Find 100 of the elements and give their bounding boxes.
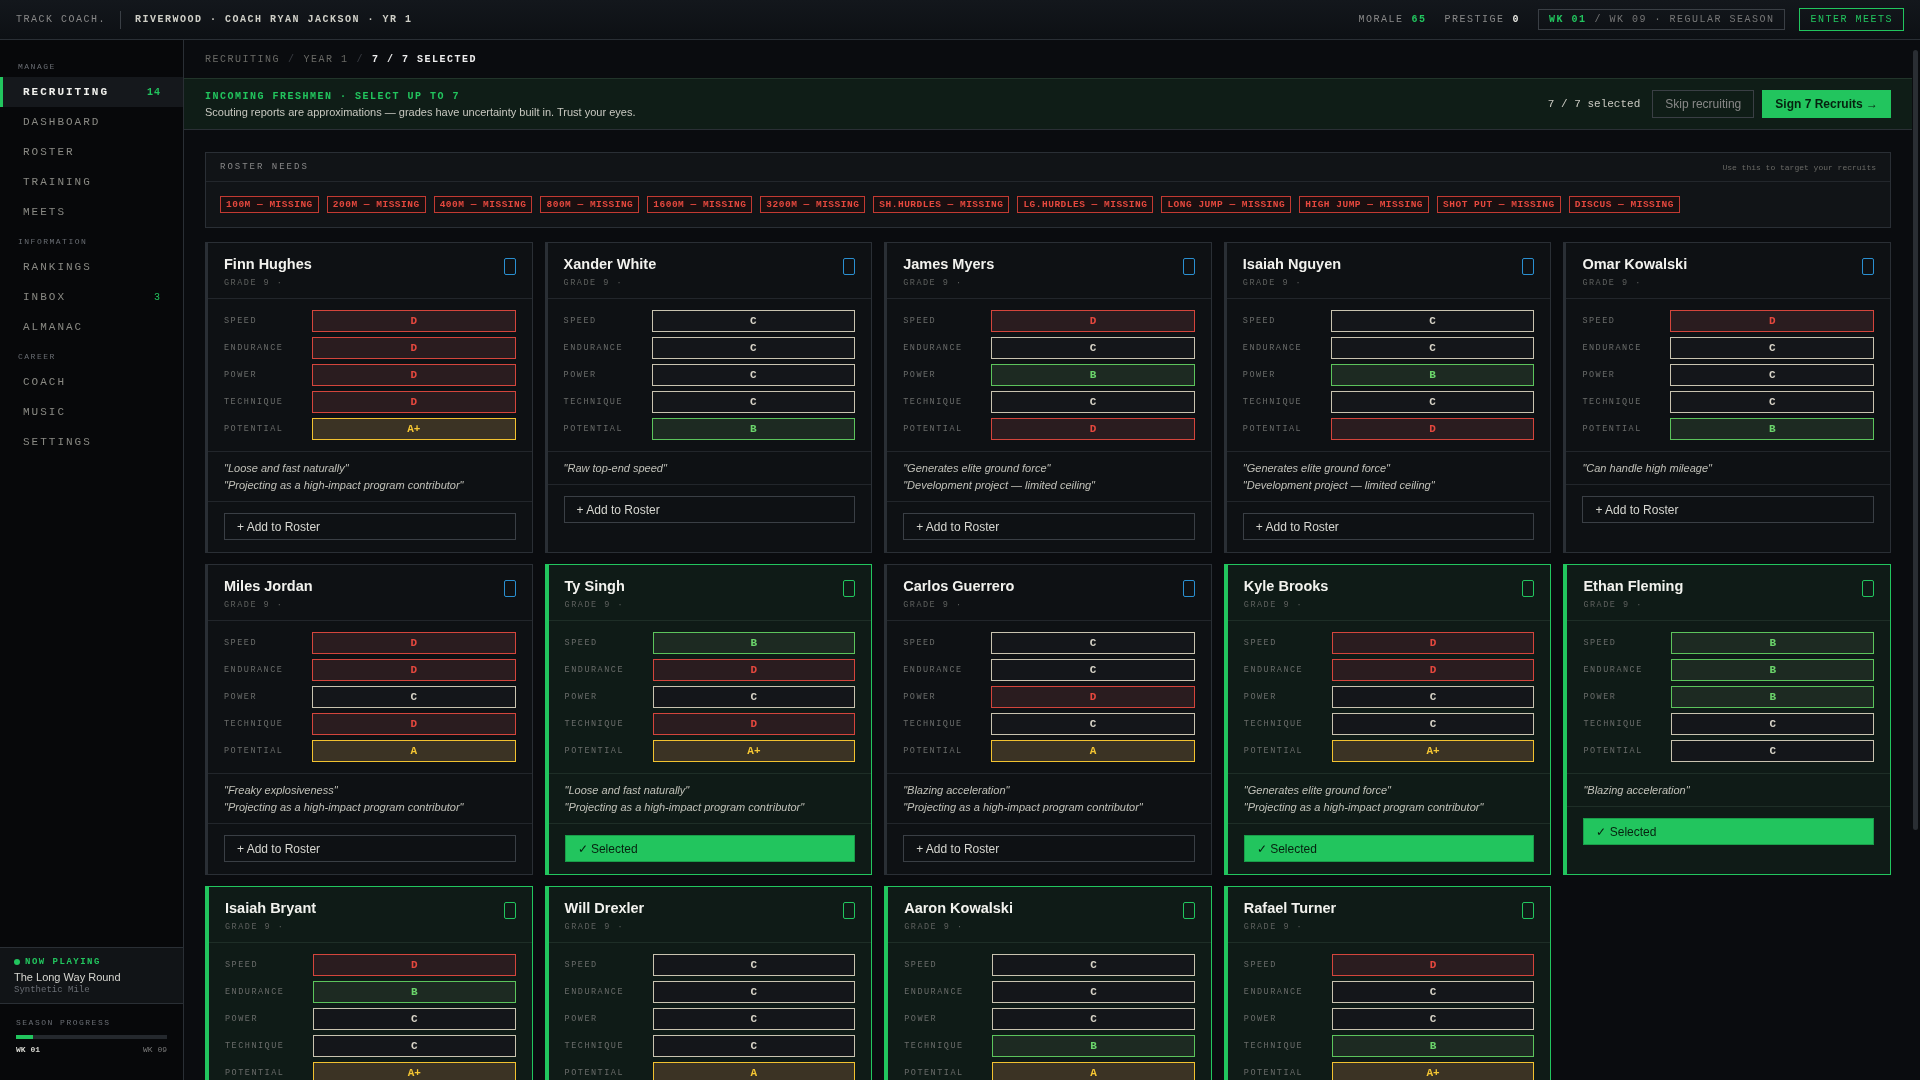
nav-item[interactable]: COACH xyxy=(0,367,183,397)
breadcrumb-item[interactable]: YEAR 1 xyxy=(303,53,349,65)
sign-recruits-button[interactable]: Sign 7 Recruits → xyxy=(1762,90,1891,118)
checkbox[interactable] xyxy=(503,580,516,597)
rating-label: POTENTIAL xyxy=(564,746,625,756)
checkbox[interactable] xyxy=(843,902,856,919)
season-progress-label: SEASON PROGRESS xyxy=(16,1018,112,1027)
nav-item[interactable]: TRAINING xyxy=(0,167,183,197)
rating-grade: C xyxy=(1671,740,1874,762)
checkbox[interactable] xyxy=(1522,580,1535,597)
nav-item[interactable]: ALMANAC xyxy=(0,312,183,342)
missing-event-tag: 400M — MISSING xyxy=(433,196,533,213)
selected-button[interactable]: ✓ Selected xyxy=(1243,835,1535,862)
nav-item[interactable]: MEETS xyxy=(0,197,183,227)
scouting-quote: "Generates elite ground force" xyxy=(1242,462,1392,474)
nav-item[interactable]: RECRUITING 14 xyxy=(0,77,183,107)
stat-value: 65 xyxy=(1411,14,1427,25)
nav-item[interactable]: MUSIC xyxy=(0,397,183,427)
scrollbar[interactable] xyxy=(1912,40,1920,1080)
selected-button[interactable]: ✓ Selected xyxy=(564,835,856,862)
nav-item[interactable]: DASHBOARD xyxy=(0,107,183,137)
selected-button[interactable]: ✓ Selected xyxy=(1583,818,1874,845)
rating-grade: A+ xyxy=(1331,1062,1535,1080)
rating-label: POTENTIAL xyxy=(1582,424,1643,434)
song-artist: Synthetic Mile xyxy=(14,985,91,995)
rating-grade: D xyxy=(991,418,1195,440)
missing-event-tag: HIGH JUMP — MISSING xyxy=(1299,196,1430,213)
missing-event-tag: LONG JUMP — MISSING xyxy=(1161,196,1292,213)
rating-label: ENDURANCE xyxy=(1583,665,1644,675)
rating-label: ENDURANCE xyxy=(1243,987,1305,997)
stat-value: 0 xyxy=(1512,14,1520,25)
skip-recruiting-button[interactable]: Skip recruiting xyxy=(1652,90,1755,118)
nav-item[interactable]: ROSTER xyxy=(0,137,183,167)
add-to-roster-button[interactable]: + Add to Roster xyxy=(224,513,516,540)
rating-grade: D xyxy=(652,713,856,735)
rating-label: ENDURANCE xyxy=(564,665,625,675)
checkbox[interactable] xyxy=(1182,258,1195,275)
rating-label: TECHNIQUE xyxy=(1582,397,1643,407)
checkbox[interactable] xyxy=(1862,580,1874,597)
checkbox[interactable] xyxy=(1862,258,1874,275)
recruit-name: Xander White xyxy=(563,256,657,272)
checkbox[interactable] xyxy=(503,902,516,919)
nav-label: MUSIC xyxy=(23,406,66,418)
rating-label: POWER xyxy=(1243,692,1278,702)
enter-meets-button[interactable]: ENTER MEETS xyxy=(1799,8,1904,31)
rating-grade: D xyxy=(312,632,516,654)
rating-grade: C xyxy=(1331,981,1535,1003)
recruit-grade: GRADE 9 · xyxy=(224,600,285,610)
rating-grade: D xyxy=(1330,418,1535,440)
recruit-name: James Myers xyxy=(903,256,995,272)
checkbox[interactable] xyxy=(1522,258,1535,275)
playing-dot-icon xyxy=(14,959,20,965)
rating-grade: C xyxy=(992,981,1195,1003)
add-to-roster-button[interactable]: + Add to Roster xyxy=(1242,513,1535,540)
nav-item[interactable]: INBOX 3 xyxy=(0,282,183,312)
add-to-roster-button[interactable]: + Add to Roster xyxy=(903,513,1195,540)
rating-grade: C xyxy=(991,632,1195,654)
scouting-quote: "Freaky explosiveness" xyxy=(224,784,339,796)
rating-grade: D xyxy=(312,337,516,359)
checkbox[interactable] xyxy=(1182,580,1195,597)
rating-grade: A+ xyxy=(1331,740,1535,762)
rating-grade: C xyxy=(651,310,856,332)
checkbox[interactable] xyxy=(1522,902,1535,919)
breadcrumb-item[interactable]: RECRUITING xyxy=(205,53,280,65)
recruit-name: Omar Kowalski xyxy=(1582,256,1688,272)
rating-grade: D xyxy=(991,686,1195,708)
rating-grade: B xyxy=(991,364,1195,386)
rating-grade: C xyxy=(1331,713,1535,735)
rating-label: TECHNIQUE xyxy=(1243,719,1305,729)
rating-label: SPEED xyxy=(564,638,599,648)
rating-grade: B xyxy=(313,981,516,1003)
scouting-quote: "Projecting as a high-impact program contributor" xyxy=(224,479,465,491)
rating-grade: B xyxy=(1670,418,1874,440)
rating-grade: D xyxy=(312,310,516,332)
recruit-name: Kyle Brooks xyxy=(1243,578,1329,594)
scouting-quote: "Projecting as a high-impact program contributor" xyxy=(1243,801,1485,813)
rating-label: SPEED xyxy=(1583,638,1618,648)
nav-item[interactable]: SETTINGS xyxy=(0,427,183,457)
add-to-roster-button[interactable]: + Add to Roster xyxy=(224,835,516,862)
checkbox[interactable] xyxy=(1182,902,1195,919)
rating-grade: C xyxy=(991,713,1195,735)
rating-label: ENDURANCE xyxy=(1242,343,1304,353)
checkbox[interactable] xyxy=(503,258,516,275)
checkbox[interactable] xyxy=(843,258,856,275)
recruit-grade: GRADE 9 · xyxy=(1242,278,1304,288)
add-to-roster-button[interactable]: + Add to Roster xyxy=(1582,496,1874,523)
checkbox[interactable] xyxy=(843,580,856,597)
rating-label: POWER xyxy=(1242,370,1277,380)
add-to-roster-button[interactable]: + Add to Roster xyxy=(903,835,1195,862)
add-to-roster-button[interactable]: + Add to Roster xyxy=(563,496,856,523)
rating-label: POTENTIAL xyxy=(225,1068,286,1078)
rating-grade: B xyxy=(1671,659,1874,681)
nav-label: ROSTER xyxy=(23,146,75,158)
rating-grade: C xyxy=(313,1035,516,1057)
nav-item[interactable]: RANKINGS xyxy=(0,252,183,282)
rating-grade: D xyxy=(312,659,516,681)
nav-count: 14 xyxy=(147,86,161,98)
nav-label: DASHBOARD xyxy=(23,116,101,128)
recruit-grade: GRADE 9 · xyxy=(224,278,285,288)
now-playing-label: NOW PLAYING xyxy=(25,957,101,967)
